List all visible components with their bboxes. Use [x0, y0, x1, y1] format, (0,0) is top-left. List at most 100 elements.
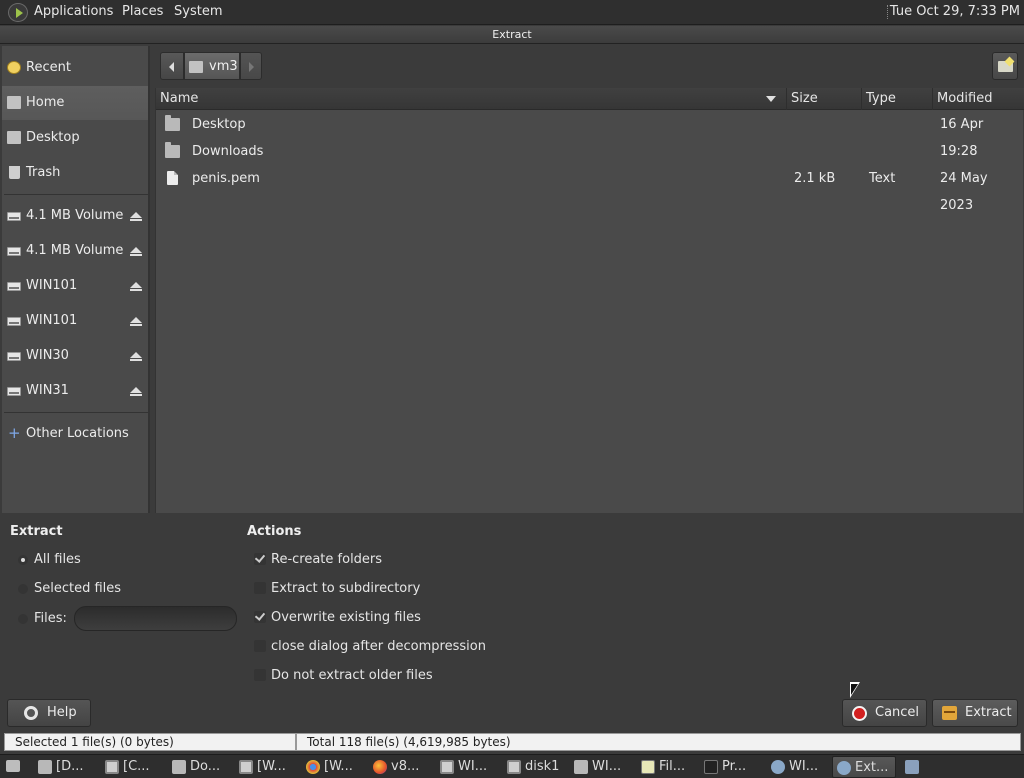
sort-descending-icon[interactable] [766, 96, 776, 102]
eject-icon[interactable] [130, 387, 142, 397]
recreate-folders-checkbox[interactable] [254, 553, 266, 565]
all-files-radio[interactable] [18, 555, 28, 565]
help-button-label: Help [47, 705, 77, 720]
sidebar-item-trash[interactable]: Trash [2, 156, 148, 190]
plus-icon: + [8, 424, 21, 442]
applications-logo-icon[interactable] [8, 3, 28, 22]
overwrite-existing-checkbox[interactable] [254, 611, 266, 623]
eject-icon[interactable] [130, 352, 142, 362]
taskbar-item-active[interactable]: Ext... [832, 756, 896, 778]
path-forward-button[interactable] [240, 52, 262, 80]
recent-icon [7, 61, 21, 74]
system-monitor-icon [704, 760, 718, 774]
sidebar-item-desktop[interactable]: Desktop [2, 121, 148, 155]
files-pattern-input[interactable] [74, 606, 237, 631]
selected-files-radio[interactable] [18, 584, 28, 594]
trash-icon [9, 166, 20, 179]
path-back-button[interactable] [160, 52, 184, 80]
sidebar-item-volume-1[interactable]: 4.1 MB Volume [2, 199, 148, 233]
sidebar-item-volume-4[interactable]: WIN101 [2, 304, 148, 338]
system-menu[interactable]: System [174, 4, 222, 19]
close-dialog-label[interactable]: close dialog after decompression [271, 639, 486, 654]
file-size: 2.1 kB [794, 171, 836, 186]
file-name: penis.pem [192, 171, 260, 186]
sidebar-item-volume-6[interactable]: WIN31 [2, 374, 148, 408]
clock[interactable]: Tue Oct 29, 7:33 PM [890, 4, 1020, 19]
places-sidebar: Recent Home Desktop Trash 4.1 MB Volume … [2, 46, 150, 513]
do-not-extract-older-label[interactable]: Do not extract older files [271, 668, 433, 683]
sidebar-item-label: WIN30 [26, 348, 69, 363]
files-label[interactable]: Files: [34, 611, 67, 626]
close-dialog-checkbox[interactable] [254, 640, 266, 652]
overwrite-existing-label[interactable]: Overwrite existing files [271, 610, 421, 625]
file-row[interactable]: penis.pem 2.1 kB Text 24 May 2023 [156, 165, 1024, 213]
eject-icon[interactable] [130, 247, 142, 257]
extract-button-label: Extract [965, 705, 1012, 720]
help-button[interactable]: Help [7, 699, 91, 727]
drive-icon [7, 387, 21, 396]
file-row[interactable]: Desktop 16 Apr [156, 111, 1024, 138]
taskbar-item[interactable]: [D... [34, 756, 98, 778]
actions-section-title: Actions [247, 524, 302, 539]
taskbar-item[interactable]: [W... [302, 756, 366, 778]
eject-icon[interactable] [130, 282, 142, 292]
applications-menu[interactable]: Applications [34, 4, 113, 19]
folder-icon [165, 142, 180, 158]
taskbar-item-label: [W... [257, 759, 286, 774]
extract-button[interactable]: Extract [932, 699, 1018, 727]
sidebar-item-label: Trash [26, 165, 61, 180]
status-bar: Selected 1 file(s) (0 bytes) Total 118 f… [0, 731, 1024, 752]
desktop-folder-icon [7, 131, 21, 144]
taskbar-item[interactable] [898, 756, 928, 778]
recreate-folders-label[interactable]: Re-create folders [271, 552, 382, 567]
taskbar-item[interactable]: v8... [369, 756, 433, 778]
sidebar-item-home[interactable]: Home [2, 86, 148, 120]
selected-files-label[interactable]: Selected files [34, 581, 121, 596]
path-crumb-current[interactable]: vm3 [184, 52, 240, 80]
column-header-type[interactable]: Type [861, 88, 932, 110]
sidebar-item-recent[interactable]: Recent [2, 51, 148, 85]
file-row[interactable]: Downloads 19:28 [156, 138, 1024, 165]
sidebar-item-label: WIN101 [26, 313, 78, 328]
taskbar-item[interactable]: Do... [168, 756, 232, 778]
extract-to-subdirectory-checkbox[interactable] [254, 582, 266, 594]
taskbar-item[interactable]: [C... [101, 756, 165, 778]
places-menu[interactable]: Places [122, 4, 163, 19]
terminal-icon [440, 760, 454, 774]
eject-icon[interactable] [130, 317, 142, 327]
taskbar-item-label: Ext... [855, 760, 889, 775]
sidebar-item-label: Desktop [26, 130, 80, 145]
files-radio[interactable] [18, 614, 28, 624]
help-icon [24, 706, 38, 720]
taskbar-item[interactable]: Fil... [637, 756, 701, 778]
sidebar-item-volume-2[interactable]: 4.1 MB Volume [2, 234, 148, 268]
column-header-modified[interactable]: Modified [932, 88, 1024, 110]
sidebar-item-other-locations[interactable]: + Other Locations [2, 417, 148, 451]
taskbar-item-label: WI... [592, 759, 622, 774]
taskbar-item[interactable]: WI... [436, 756, 500, 778]
column-header-name[interactable]: Name [156, 88, 786, 110]
taskbar-item[interactable]: disk1 [503, 756, 567, 778]
eject-icon[interactable] [130, 212, 142, 222]
taskbar-item[interactable]: WI... [570, 756, 634, 778]
dialog-titlebar[interactable]: Extract [0, 26, 1024, 44]
firefox-icon [373, 760, 387, 774]
cancel-button[interactable]: Cancel [842, 699, 927, 727]
sidebar-item-volume-3[interactable]: WIN101 [2, 269, 148, 303]
column-header-size[interactable]: Size [786, 88, 861, 110]
taskbar-item[interactable]: WI... [767, 756, 831, 778]
new-folder-button[interactable] [992, 52, 1018, 80]
taskbar-item-label: [D... [56, 759, 84, 774]
taskbar-item[interactable]: [W... [235, 756, 299, 778]
document-icon [167, 171, 178, 185]
taskbar-item[interactable]: Pr... [700, 756, 764, 778]
drive-icon [7, 212, 21, 221]
file-list[interactable]: Name Size Type Modified Desktop 16 Apr D… [155, 88, 1024, 513]
taskbar-item-label: v8... [391, 759, 420, 774]
sidebar-item-volume-5[interactable]: WIN30 [2, 339, 148, 373]
all-files-label[interactable]: All files [34, 552, 81, 567]
file-list-header: Name Size Type Modified [156, 88, 1024, 110]
extract-to-subdirectory-label[interactable]: Extract to subdirectory [271, 581, 420, 596]
show-desktop-button[interactable] [2, 757, 24, 777]
do-not-extract-older-checkbox[interactable] [254, 669, 266, 681]
